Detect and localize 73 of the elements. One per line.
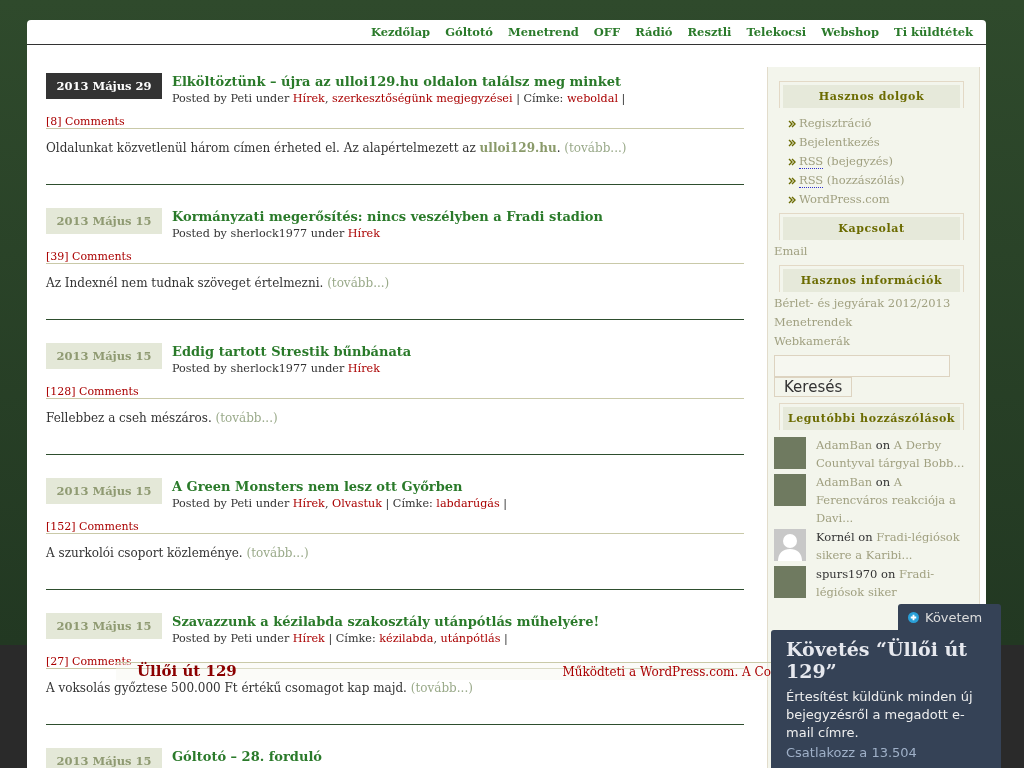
widget-title: Legutóbbi hozzászólások [783,407,960,430]
category-link[interactable]: weboldal [566,92,619,105]
comment-summary: spurs1970 on Fradi-légiósok siker [816,566,936,601]
chevron-icon [788,176,796,185]
category-link[interactable]: labdarúgás [436,497,500,510]
comment-summary: AdamBan on A Derby Countyval tárgyal Bobb... [816,437,966,472]
post-meta: Posted by Peti under Hírek | Címke: kézilabda, utánpótlás | [172,632,509,645]
search-button[interactable]: Keresés [774,377,853,397]
post-excerpt: A szurkolói csoport közleménye. (tovább...) [46,545,310,561]
post-title[interactable]: Elköltöztünk – újra az ulloi129.hu oldalon találsz meg minket [172,74,626,89]
search-field[interactable] [774,355,950,377]
chevron-icon [788,138,796,147]
post-meta: Posted by Peti under Hírek, Olvastuk | Címke: labdarúgás | [172,497,508,510]
site-link[interactable]: ulloi129.hu [479,141,557,155]
post-title[interactable]: Eddig tartott Strestik bűnbánata [172,344,412,359]
post-excerpt: Az Indexnél nem tudnak szöveget értelmezni. (tovább...) [46,275,391,291]
comment-summary: Kornél on Fradi-légiósok sikere a Karibi... [816,529,961,564]
chevron-icon [788,119,796,128]
photo-placeholder [774,437,806,469]
credit-link[interactable]: Működteti a WordPress.com. A Co [562,664,771,679]
nav-link[interactable]: Rádió [635,25,673,44]
post-date: 2013 Május 15 [46,748,162,768]
category-link[interactable]: utánpótlás [440,632,501,645]
comments-link[interactable]: [128] Comments [46,385,139,398]
comments-link[interactable]: [152] Comments [46,520,139,533]
category-link[interactable]: Hírek [292,632,325,645]
post-excerpt: A voksolás győztese 500.000 Ft értékű csomagot kap majd. (tovább...) [46,680,474,696]
follow-title: Követés “Üllői út 129” [786,638,969,682]
widget-title: Hasznos dolgok [783,85,960,108]
widget-title: Kapcsolat [783,217,960,240]
post-meta: Posted by Peti under Hírek, szerkesztőségünk megjegyzései | Címke: weboldal | [172,92,626,105]
nav-link[interactable]: Kezdőlap [371,25,431,44]
post-date: 2013 Május 15 [46,613,162,639]
comments-link[interactable]: [39] Comments [46,250,132,263]
nav-link[interactable]: Góltotó [445,25,493,44]
post-title[interactable]: Góltotó – 28. forduló [172,749,323,764]
nav-link[interactable]: OFF [593,25,621,44]
category-link[interactable]: Hírek [347,362,380,375]
post-title[interactable]: Szavazzunk a kézilabda szakosztály utánpótlás műhelyére! [172,614,600,629]
nav-link[interactable]: Telekocsi [746,25,807,44]
post-date: 2013 Május 15 [46,478,162,504]
category-link[interactable]: Hírek [292,92,325,105]
avatar-silhouette-icon [774,529,806,561]
chevron-icon [788,157,796,166]
join-link[interactable]: Csatlakozz a 13.504 [786,744,917,762]
post-excerpt: Fellebbez a cseh mészáros. (tovább...) [46,410,279,426]
photo-placeholder [774,474,806,506]
post-excerpt: Oldalunkat közvetlenül három címen érheted el. Az alapértelmezett az ulloi129.hu. (tovább...) [46,140,628,156]
category-link[interactable]: szerkesztőségünk megjegyzései [332,92,513,105]
nav-link[interactable]: Ti küldtétek [894,25,973,44]
post-meta: Posted by sherlock1977 under Hírek [172,227,381,240]
post-meta: Posted by sherlock1977 under Hírek [172,362,381,375]
widget-title: Hasznos információk [783,269,960,292]
follow-description: Értesítést küldünk minden új bejegyzésről a megadott e-mail címre. [786,688,974,742]
follow-button[interactable]: Követem [898,604,1001,630]
nav-link[interactable]: Webshop [821,25,880,44]
chevron-icon [788,195,796,204]
nav-link[interactable]: Resztli [687,25,732,44]
site-title-link[interactable]: Üllői út 129 [137,663,237,680]
comment-summary: AdamBan on A Ferencváros reakciója a Davi... [816,474,957,527]
nav-link[interactable]: Menetrend [508,25,579,44]
post-title[interactable]: Kormányzati megerősítés: nincs veszélyben a Fradi stadion [172,209,603,224]
plus-circle-icon [908,611,919,623]
category-link[interactable]: Hírek [347,227,380,240]
post-date: 2013 Május 29 [46,73,162,99]
photo-placeholder [774,566,806,598]
post-date: 2013 Május 15 [46,208,162,234]
comments-link[interactable]: [8] Comments [46,115,125,128]
post-title[interactable]: A Green Monsters nem lesz ott Győrben [172,479,508,494]
category-link[interactable]: Olvastuk [332,497,382,510]
category-link[interactable]: Hírek [292,497,325,510]
post-date: 2013 Május 15 [46,343,162,369]
comments-link[interactable]: [27] Comments [46,655,132,668]
